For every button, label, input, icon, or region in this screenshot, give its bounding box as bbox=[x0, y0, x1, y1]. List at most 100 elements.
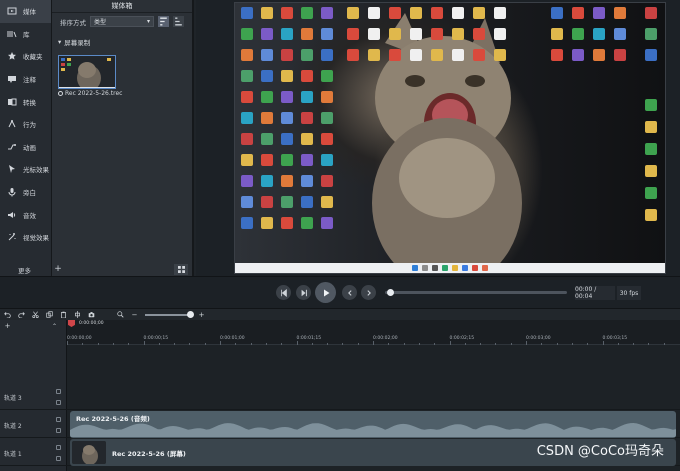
ruler-tick-label: 0:00:02;00 bbox=[373, 336, 398, 341]
fps-display[interactable]: 30 fps bbox=[617, 286, 641, 300]
add-icon[interactable]: + bbox=[53, 264, 63, 274]
undo-icon[interactable] bbox=[4, 311, 11, 318]
sidebar-item-media[interactable]: 媒体 bbox=[0, 0, 51, 23]
sidebar-item-cursor[interactable]: 光标效果 bbox=[0, 158, 51, 181]
sort-select[interactable]: 类型 ▾ bbox=[90, 16, 154, 27]
ruler-tick bbox=[143, 341, 145, 345]
ruler-tick bbox=[82, 343, 84, 345]
desktop-app-icon bbox=[572, 49, 584, 61]
scrubber-handle[interactable] bbox=[387, 289, 394, 296]
zoom-slider-handle[interactable] bbox=[187, 311, 194, 318]
lock-icon[interactable] bbox=[55, 445, 61, 450]
zoom-out-icon[interactable]: − bbox=[131, 311, 138, 319]
windows-taskbar bbox=[235, 263, 665, 273]
sort-ascending-icon[interactable] bbox=[158, 16, 169, 27]
tool-sidebar: 媒体库收藏夹注释转换行为 动画 光标效果 旁白 音效 视觉效果 更多 bbox=[0, 0, 52, 276]
annotation-icon bbox=[6, 74, 18, 84]
track-label[interactable]: 轨道 1 bbox=[4, 449, 22, 458]
lock-icon[interactable] bbox=[55, 417, 61, 422]
desktop-app-icon bbox=[301, 49, 313, 61]
ruler-tick bbox=[648, 343, 650, 345]
ruler-tick bbox=[526, 341, 527, 345]
grid-view-icon[interactable] bbox=[174, 264, 188, 275]
desktop-app-icon bbox=[321, 175, 333, 187]
eye-icon[interactable] bbox=[55, 456, 61, 461]
desktop-file-icon bbox=[494, 28, 506, 40]
zoom-slider[interactable] bbox=[145, 311, 194, 318]
sidebar-item-behavior[interactable]: 行为 bbox=[0, 113, 51, 136]
sidebar-item-animation[interactable]: 动画 bbox=[0, 136, 51, 159]
previous-frame-button[interactable] bbox=[276, 285, 291, 300]
desktop-app-icon bbox=[241, 28, 253, 40]
track-label[interactable]: 轨道 2 bbox=[4, 421, 22, 430]
chevron-up-icon[interactable]: ⌃ bbox=[52, 323, 57, 330]
more-tools-button[interactable]: 更多 bbox=[0, 263, 52, 276]
desktop-file-icon bbox=[368, 28, 380, 40]
sidebar-item-star[interactable]: 收藏夹 bbox=[0, 45, 51, 68]
ruler-tick bbox=[204, 343, 206, 345]
sidebar-item-annotation[interactable]: 注释 bbox=[0, 68, 51, 91]
media-thumbnail[interactable] bbox=[58, 55, 116, 89]
ruler-tick bbox=[342, 343, 344, 345]
next-marker-button[interactable] bbox=[361, 285, 376, 300]
sidebar-item-library[interactable]: 库 bbox=[0, 23, 51, 46]
desktop-file-icon bbox=[494, 7, 506, 19]
sort-descending-icon[interactable] bbox=[173, 16, 184, 27]
step-forward-button[interactable] bbox=[296, 285, 311, 300]
desktop-app-icon bbox=[261, 175, 273, 187]
desktop-app-icon bbox=[301, 217, 313, 229]
desktop-file-icon bbox=[473, 7, 485, 19]
sidebar-item-transition[interactable]: 转换 bbox=[0, 90, 51, 113]
audio-clip[interactable]: Rec 2022-5-26 (音频) bbox=[70, 411, 676, 438]
ruler-tick-label: 0:00:03;15 bbox=[602, 336, 628, 341]
sidebar-item-label: 注释 bbox=[23, 76, 36, 85]
ruler-tick bbox=[235, 343, 237, 345]
cursor-icon bbox=[6, 164, 18, 174]
desktop-app-icon bbox=[301, 196, 313, 208]
time-ruler[interactable]: 0:00:00;00 0:00:00;00 0:00:00;15 0:00:01;0… bbox=[67, 320, 680, 345]
video-preview[interactable] bbox=[234, 2, 666, 274]
timeline-toolbar: − + bbox=[0, 308, 680, 320]
eye-icon[interactable] bbox=[55, 428, 61, 433]
desktop-app-icon bbox=[321, 154, 333, 166]
sidebar-item-visual-effects[interactable]: 视觉效果 bbox=[0, 226, 51, 249]
desktop-file-icon bbox=[431, 49, 443, 61]
desktop-app-icon bbox=[261, 154, 273, 166]
desktop-file-icon bbox=[410, 7, 422, 19]
ruler-tick-label: 0:00:00;00 bbox=[67, 336, 92, 341]
playback-controls: 00:00 / 00:04 30 fps bbox=[0, 276, 680, 308]
desktop-app-icon bbox=[281, 70, 293, 82]
redo-icon[interactable] bbox=[18, 311, 25, 318]
playhead-marker[interactable] bbox=[68, 320, 75, 327]
desktop-app-icon bbox=[301, 7, 313, 19]
transition-icon bbox=[6, 97, 18, 107]
sort-label: 排序方式 bbox=[60, 18, 86, 27]
visual-effects-icon bbox=[6, 232, 18, 242]
playhead-time: 0:00:00;00 bbox=[79, 321, 104, 326]
split-icon[interactable] bbox=[74, 311, 81, 318]
paste-icon[interactable] bbox=[60, 311, 67, 318]
screen-recording-group[interactable]: ▾ 屏幕录制 bbox=[52, 36, 192, 48]
lock-icon[interactable] bbox=[55, 389, 61, 394]
desktop-app-icon bbox=[321, 7, 333, 19]
eye-icon[interactable] bbox=[55, 400, 61, 405]
camera-icon[interactable] bbox=[88, 311, 95, 318]
ruler-tick bbox=[510, 343, 512, 345]
previous-marker-button[interactable] bbox=[342, 285, 357, 300]
zoom-icon[interactable] bbox=[117, 311, 124, 318]
media-item-label[interactable]: Rec 2022-5-26.trec bbox=[58, 90, 122, 97]
add-track-icon[interactable]: + bbox=[4, 322, 11, 330]
zoom-in-icon[interactable]: + bbox=[198, 311, 205, 319]
track-label[interactable]: 轨道 3 bbox=[4, 393, 22, 402]
sidebar-item-audio[interactable]: 音效 bbox=[0, 203, 51, 226]
sidebar-item-microphone[interactable]: 旁白 bbox=[0, 181, 51, 204]
play-button[interactable] bbox=[315, 282, 336, 303]
watermark-text: CSDN @CoCo玛奇朵 bbox=[536, 444, 664, 459]
chevron-down-icon: ▾ bbox=[146, 18, 150, 25]
copy-icon[interactable] bbox=[46, 311, 53, 318]
cut-icon[interactable] bbox=[32, 311, 39, 318]
playback-scrubber[interactable] bbox=[385, 291, 567, 294]
task-view-icon bbox=[432, 265, 438, 271]
ruler-tick bbox=[67, 341, 68, 345]
sidebar-item-label: 转换 bbox=[23, 98, 36, 107]
